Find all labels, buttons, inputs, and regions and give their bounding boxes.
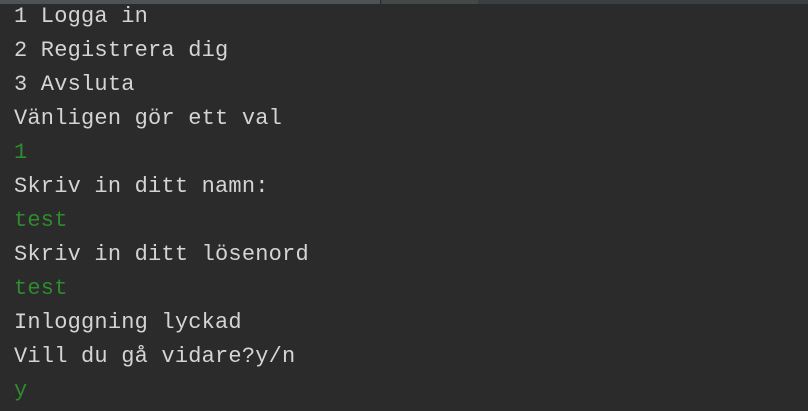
console-line-user-input-name: test: [14, 208, 68, 233]
console-line-menu-login: 1 Logga in: [14, 4, 149, 29]
console-line-menu-register: 2 Registrera dig: [14, 38, 229, 63]
console-line-continue-prompt: Vill du gå vidare?y/n: [14, 344, 296, 369]
console-line-password-prompt: Skriv in ditt lösenord: [14, 242, 309, 267]
console-output[interactable]: 1 Logga in 2 Registrera dig 3 Avsluta Vä…: [14, 4, 808, 411]
console-line-menu-exit: 3 Avsluta: [14, 72, 135, 97]
console-line-name-prompt: Skriv in ditt namn:: [14, 174, 269, 199]
console-line-choice-prompt: Vänligen gör ett val: [14, 106, 283, 131]
console-line-user-input-continue: y: [14, 378, 28, 403]
console-line-login-success: Inloggning lyckad: [14, 310, 242, 335]
console-line-user-input-choice: 1: [14, 140, 28, 165]
console-line-user-input-password: test: [14, 276, 68, 301]
